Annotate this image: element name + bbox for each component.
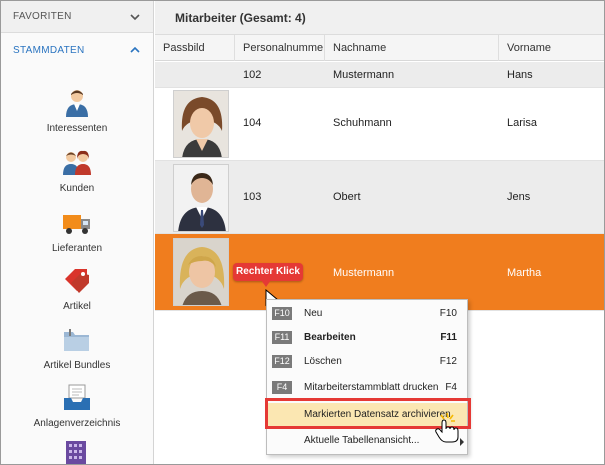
- tag-icon: [65, 269, 89, 293]
- cell-vorname: Martha: [507, 267, 542, 279]
- key-badge: F4: [272, 381, 292, 394]
- menu-item-drucken[interactable]: F4 Mitarbeiterstammblatt drucken F4: [267, 377, 467, 399]
- passbild-photo: [173, 238, 229, 306]
- menu-item-loeschen[interactable]: F12 Löschen F12: [267, 351, 467, 373]
- sidebar-item-label: Artikel: [63, 301, 91, 312]
- menu-item-label: Mitarbeiterstammblatt drucken: [304, 382, 439, 393]
- sidebar-item-artikel[interactable]: Artikel: [1, 265, 153, 312]
- menu-item-shortcut: F10: [439, 308, 457, 319]
- menu-item-shortcut: F4: [445, 382, 457, 393]
- cell-nachname: Mustermann: [333, 69, 395, 81]
- sidebar-item-artikel-bundles[interactable]: Artikel Bundles: [1, 324, 153, 371]
- sidebar-item-interessenten[interactable]: Interessenten: [1, 87, 153, 134]
- truck-icon: [63, 215, 90, 234]
- chevron-down-icon[interactable]: [129, 11, 141, 23]
- table-row[interactable]: 103 Obert Jens: [155, 161, 604, 234]
- sidebar-item-label: Artikel Bundles: [43, 360, 111, 371]
- column-header-nachname[interactable]: Nachname: [325, 35, 499, 61]
- sidebar: FAVORITEN STAMMDATEN Interessenten Kunde…: [1, 1, 154, 465]
- app-window: FAVORITEN STAMMDATEN Interessenten Kunde…: [0, 0, 605, 465]
- cell-personalnummer: 102: [243, 69, 262, 81]
- cell-vorname: Larisa: [507, 117, 537, 129]
- page-title: Mitarbeiter (Gesamt: 4): [155, 1, 604, 35]
- menu-item-label: Neu: [304, 308, 323, 319]
- sidebar-item-lieferanten[interactable]: Lieferanten: [1, 207, 153, 254]
- menu-item-label: Bearbeiten: [304, 332, 356, 343]
- sidebar-item-label: Lieferanten: [51, 243, 103, 254]
- menu-item-shortcut: F11: [440, 332, 457, 343]
- customers-icon: [63, 150, 91, 175]
- hand-pointer-icon: [435, 413, 459, 443]
- sidebar-section-favoriten[interactable]: FAVORITEN: [1, 1, 153, 33]
- passbild-photo: [173, 164, 229, 232]
- key-badge: F10: [272, 307, 292, 320]
- key-badge: F11: [272, 331, 292, 344]
- table-row[interactable]: 104 Schuhmann Larisa: [155, 88, 604, 161]
- table-row[interactable]: 102 Mustermann Hans: [155, 62, 604, 88]
- inbox-icon: [64, 384, 90, 410]
- favoriten-label: FAVORITEN: [13, 11, 72, 22]
- cell-personalnummer: 103: [243, 191, 262, 203]
- sidebar-item-label: Kunden: [59, 183, 95, 194]
- menu-item-shortcut: F12: [439, 356, 457, 367]
- sidebar-item-label: Anlagenverzeichnis: [33, 418, 121, 429]
- menu-item-bearbeiten[interactable]: F11 Bearbeiten F11: [267, 327, 467, 349]
- cell-nachname: Obert: [333, 191, 361, 203]
- menu-item-label: Löschen: [304, 356, 342, 367]
- callout-rechter-klick: Rechter Klick: [233, 263, 303, 287]
- column-header-passbild[interactable]: Passbild: [155, 35, 235, 61]
- person-icon: [66, 90, 88, 117]
- cell-vorname: Hans: [507, 69, 533, 81]
- building-icon[interactable]: [64, 441, 88, 465]
- stammdaten-label: STAMMDATEN: [13, 44, 85, 56]
- chevron-up-icon[interactable]: [129, 44, 141, 56]
- key-badge: F12: [272, 355, 292, 368]
- column-header-personalnummer[interactable]: Personalnumme: [235, 35, 325, 61]
- cell-nachname: Mustermann: [333, 267, 395, 279]
- sidebar-item-kunden[interactable]: Kunden: [1, 147, 153, 194]
- table-header: Passbild Personalnumme Nachname Vorname: [155, 35, 604, 61]
- cell-vorname: Jens: [507, 191, 531, 203]
- menu-item-neu[interactable]: F10 Neu F10: [267, 303, 467, 325]
- passbild-photo: [173, 90, 229, 158]
- folder-icon: [64, 329, 89, 351]
- column-header-vorname[interactable]: Vorname: [499, 35, 604, 61]
- cell-personalnummer: 104: [243, 117, 262, 129]
- cell-nachname: Schuhmann: [333, 117, 392, 129]
- sidebar-section-stammdaten[interactable]: STAMMDATEN: [1, 34, 153, 66]
- sidebar-item-label: Interessenten: [46, 123, 108, 134]
- submenu-arrow-icon: [460, 438, 464, 446]
- sidebar-item-anlagenverzeichnis[interactable]: Anlagenverzeichnis: [1, 382, 153, 429]
- menu-item-label: Aktuelle Tabellenansicht...: [304, 435, 420, 446]
